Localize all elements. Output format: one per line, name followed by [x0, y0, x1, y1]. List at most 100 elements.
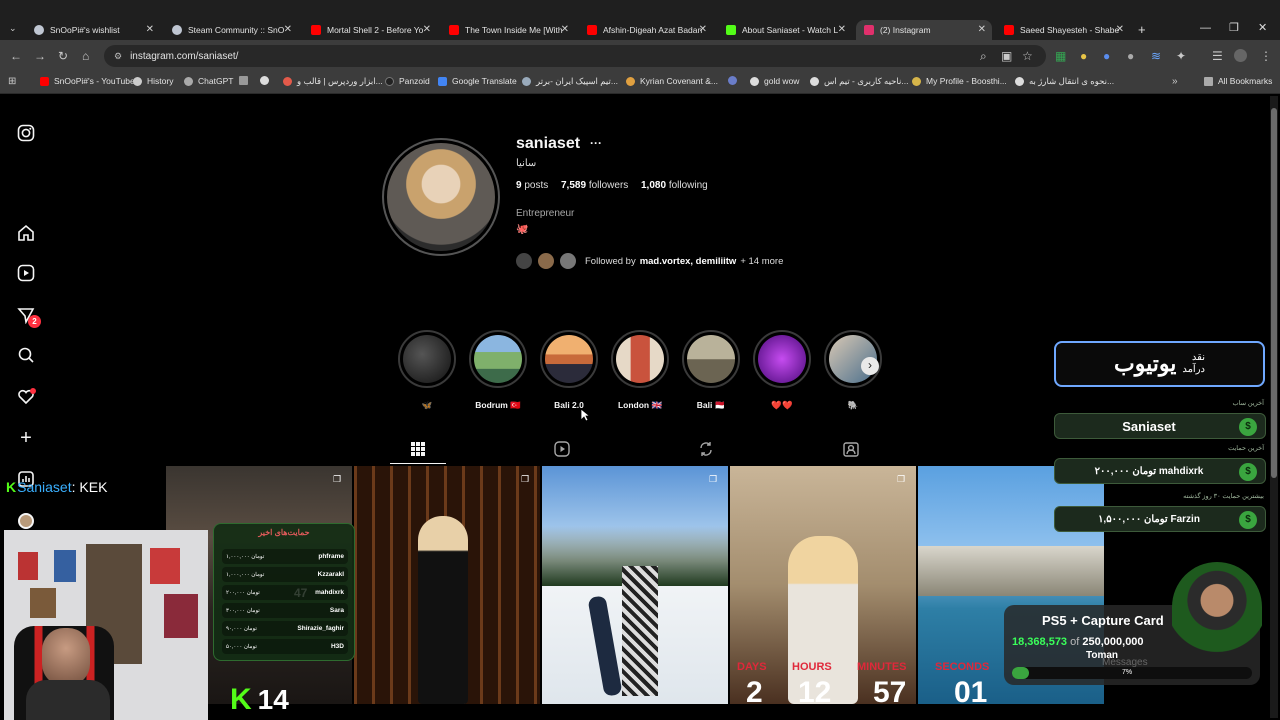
bookmark-item[interactable] — [239, 76, 253, 85]
more-bookmarks-icon[interactable]: » — [1172, 76, 1178, 87]
tab-search-icon[interactable]: ⌄ — [9, 23, 17, 34]
close-tab-icon[interactable]: ✕ — [699, 24, 707, 35]
donor-amount: ۳۰۰,۰۰۰ تومان — [226, 607, 260, 614]
highlight-item[interactable]: 🦋 — [398, 330, 456, 411]
close-tab-icon[interactable]: ✕ — [561, 24, 569, 35]
bookmark-item[interactable]: ابزار وردپرس | قالب و... — [283, 76, 383, 87]
zoom-icon[interactable]: ⌕ — [980, 49, 987, 63]
profile-avatar[interactable] — [382, 138, 500, 256]
bookmark-icon — [912, 76, 921, 86]
tab-instagram[interactable]: (2) Instagram ✕ — [856, 20, 992, 40]
mutual-avatar — [536, 251, 556, 271]
back-icon[interactable]: ← — [10, 49, 22, 63]
highlight-label: ❤️❤️ — [771, 400, 793, 410]
apps-grid-icon[interactable]: ⊞ — [8, 76, 16, 87]
profile-category: Entrepreneur — [516, 208, 575, 219]
highlight-cover — [545, 335, 593, 383]
home-icon[interactable]: ⌂ — [82, 49, 89, 63]
close-tab-icon[interactable]: ✕ — [284, 24, 292, 35]
bookmark-item[interactable]: Panzoid — [385, 76, 430, 86]
chrome-menu-icon[interactable]: ⋮ — [1260, 49, 1272, 63]
tab-reels-icon[interactable] — [554, 441, 570, 460]
tab-about-saniaset[interactable]: About Saniaset - Watch L ✕ — [718, 20, 852, 40]
bookmark-item[interactable] — [260, 76, 274, 85]
close-tab-icon[interactable]: ✕ — [146, 24, 154, 35]
bookmark-item[interactable]: ChatGPT — [184, 76, 233, 86]
highlight-item[interactable]: Bali 🇲🇨 — [682, 330, 740, 411]
highlight-item[interactable]: Bali 2.0 — [540, 330, 598, 410]
profile-nav-avatar[interactable] — [18, 513, 34, 529]
bookmark-item[interactable]: SnOoPi#'s - YouTube — [40, 76, 135, 86]
tab-saeed-shayesteh[interactable]: Saeed Shayesteh - Shabe ✕ — [996, 20, 1130, 40]
profile-options-button[interactable]: ··· — [590, 136, 602, 150]
bookmark-item[interactable]: تیم اسپیک ایران -برتر... — [522, 76, 618, 87]
bookmark-item[interactable]: My Profile - Boosthi... — [912, 76, 1007, 86]
close-tab-icon[interactable]: ✕ — [978, 24, 986, 35]
create-plus-icon[interactable]: + — [16, 428, 36, 448]
bookmark-item[interactable]: ناحیه کاربری - تیم اس... — [810, 76, 908, 87]
post-thumbnail[interactable] — [354, 466, 540, 704]
address-bar[interactable]: ⚙ instagram.com/saniaset/ — [104, 45, 1046, 67]
extension-grey-icon[interactable]: ● — [1127, 49, 1134, 63]
tab-posts-grid-icon[interactable] — [410, 441, 426, 457]
site-info-icon[interactable]: ⚙ — [114, 51, 122, 62]
followers-count[interactable]: 7,589 followers — [561, 180, 628, 191]
history-icon — [133, 76, 142, 86]
followed-by-prefix: Followed by — [585, 255, 636, 267]
bookmark-item[interactable]: History — [133, 76, 173, 86]
close-tab-icon[interactable]: ✕ — [423, 24, 431, 35]
close-window-icon[interactable]: ✕ — [1258, 21, 1267, 34]
search-nav-icon[interactable] — [16, 346, 36, 366]
minimize-icon[interactable]: — — [1200, 22, 1211, 34]
extension-green-icon[interactable]: ▦ — [1055, 49, 1066, 63]
maximize-icon[interactable]: ❐ — [1229, 21, 1239, 34]
tab-afshin[interactable]: Afshin-Digeah Azat Badan ✕ — [579, 20, 713, 40]
tab-wishlist[interactable]: SnOoPi#'s wishlist ✕ — [26, 20, 160, 40]
profile-avatar-icon[interactable] — [1234, 49, 1247, 62]
media-control-icon[interactable]: ☰ — [1212, 49, 1223, 63]
notifications-heart-icon[interactable] — [16, 388, 36, 408]
all-bookmarks[interactable]: All Bookmarks — [1204, 76, 1272, 86]
wall-poster — [30, 588, 56, 618]
followed-by[interactable]: Followed by mad.vortex, demiliitw + 14 m… — [514, 250, 783, 272]
highlights-next-arrow-icon[interactable]: › — [861, 357, 879, 375]
extension-blue-icon[interactable]: ● — [1103, 49, 1110, 63]
bookmark-star-icon[interactable]: ☆ — [1022, 49, 1033, 63]
wall-poster — [54, 550, 76, 582]
highlight-item[interactable]: London 🇬🇧 — [611, 330, 669, 411]
coastline-shape — [918, 546, 1104, 596]
bookmark-item[interactable]: gold wow — [750, 76, 799, 86]
tab-mortal-shell[interactable]: Mortal Shell 2 - Before Yo ✕ — [303, 20, 437, 40]
tab-reposts-icon[interactable] — [698, 441, 714, 460]
tab-steam[interactable]: Steam Community :: SnO ✕ — [164, 20, 298, 40]
extensions-puzzle-icon[interactable]: ✦ — [1176, 49, 1186, 63]
bookmark-item[interactable]: نحوه ی انتقال شارژ به... — [1015, 76, 1114, 87]
instagram-logo-icon[interactable] — [16, 124, 36, 144]
following-count[interactable]: 1,080 following — [641, 180, 708, 191]
close-tab-icon[interactable]: ✕ — [838, 24, 846, 35]
post-thumbnail[interactable] — [542, 466, 728, 704]
extension-yellow-icon[interactable]: ● — [1080, 49, 1087, 63]
mascot-avatar — [1172, 562, 1262, 658]
highlight-cover — [758, 335, 806, 383]
bookmark-item[interactable] — [728, 76, 742, 85]
scrollbar-thumb[interactable] — [1271, 108, 1277, 478]
extension-wave-icon[interactable]: ≋ — [1151, 49, 1161, 63]
donor-amount: ۱,۰۰۰,۰۰۰ تومان — [226, 553, 265, 560]
chat-username: Saniaset — [17, 479, 72, 495]
countdown-minutes-label: MINUTES — [857, 661, 907, 673]
tab-town-inside-me[interactable]: The Town Inside Me [With ✕ — [441, 20, 575, 40]
reels-nav-icon[interactable] — [16, 264, 36, 284]
close-tab-icon[interactable]: ✕ — [1116, 24, 1124, 35]
page-scrollbar[interactable] — [1270, 96, 1278, 718]
forward-icon[interactable]: → — [34, 49, 46, 63]
highlight-item[interactable]: ❤️❤️ — [753, 330, 811, 411]
reload-icon[interactable]: ↻ — [58, 49, 68, 63]
home-nav-icon[interactable] — [16, 224, 36, 244]
install-icon[interactable]: ▣ — [1001, 49, 1012, 63]
tab-tagged-icon[interactable] — [843, 441, 859, 460]
new-tab-icon[interactable]: + — [1138, 22, 1146, 37]
bookmark-item[interactable]: Google Translate — [438, 76, 517, 86]
highlight-item[interactable]: Bodrum 🇹🇷 — [469, 330, 527, 411]
bookmark-item[interactable]: Kyrian Covenant &... — [626, 76, 718, 86]
